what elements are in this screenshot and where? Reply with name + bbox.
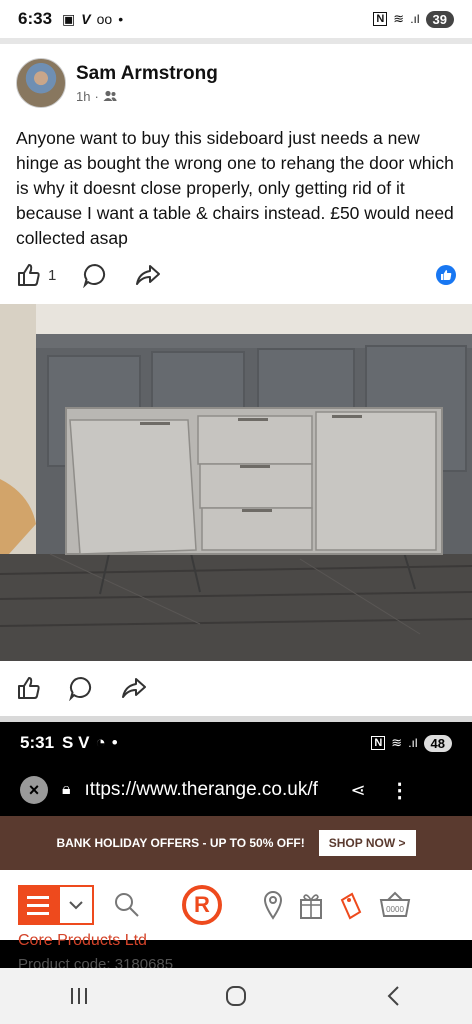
- comment-icon: [69, 676, 92, 701]
- photo-share-button[interactable]: [120, 675, 148, 701]
- whatsapp-icon: ◔: [95, 733, 106, 752]
- screen: 6:33 ▣ V oo • N ≋ .ıl 39 Sam Armstrong 1…: [0, 0, 472, 1024]
- like-reaction-badge: [436, 265, 456, 285]
- share-icon: [136, 265, 161, 285]
- product-code: Product code: 3180685: [18, 956, 174, 968]
- system-nav-bar: [0, 968, 472, 1024]
- company-name: Core Products Ltd: [18, 932, 147, 949]
- hamburger-menu-icon[interactable]: [18, 885, 58, 925]
- post-meta: 1h ·: [76, 89, 218, 104]
- status-left-icons: ▣ V oo •: [62, 11, 123, 28]
- share-icon: [122, 678, 146, 698]
- photo-actions: [0, 668, 472, 708]
- thumbs-up-icon: [441, 270, 452, 280]
- promo-banner: BANK HOLIDAY OFFERS - UP TO 50% OFF! SHO…: [0, 816, 472, 870]
- post-actions: 1: [0, 255, 472, 295]
- author-block: Sam Armstrong 1h ·: [76, 63, 218, 104]
- svg-text:0000: 0000: [386, 905, 404, 914]
- share-icon[interactable]: ⋖: [351, 780, 366, 801]
- dot-icon: •: [111, 733, 118, 752]
- wifi-icon: ≋: [391, 735, 403, 750]
- basket-icon[interactable]: 0000: [378, 890, 412, 920]
- back-button[interactable]: [363, 976, 423, 1016]
- nav-icons: 0000: [262, 890, 412, 920]
- embedded-status-letters: S V: [62, 733, 90, 752]
- nfc-icon: N: [371, 736, 386, 750]
- like-count: 1: [48, 266, 57, 284]
- comment-icon: [83, 263, 106, 288]
- more-options-icon[interactable]: ⋮: [390, 778, 410, 803]
- dot-icon: •: [118, 11, 124, 27]
- lock-icon: 🔒︎: [62, 781, 71, 798]
- post-header: Sam Armstrong 1h ·: [16, 58, 218, 108]
- promo-text: BANK HOLIDAY OFFERS - UP TO 50% OFF!: [56, 836, 305, 850]
- post-text: Anyone want to buy this sideboard just n…: [16, 128, 454, 248]
- home-icon: [225, 986, 246, 1006]
- status-time: 6:33: [18, 9, 53, 28]
- like-icon: [18, 264, 40, 286]
- location-pin-icon[interactable]: [262, 890, 284, 920]
- divider: [0, 38, 472, 44]
- voicemail-icon: oo: [96, 11, 113, 27]
- signal-icon: .ıl: [410, 12, 420, 26]
- photo-like-button[interactable]: [16, 675, 42, 701]
- sideboard-photo: [0, 304, 472, 661]
- battery-indicator: 39: [425, 10, 454, 28]
- url-text[interactable]: ıttps://www.therange.co.uk/f: [85, 779, 335, 801]
- embedded-screenshot[interactable]: 5:31 S V ◔ • N ≋ .ıl 48 × 🔒︎ ıttps://www…: [0, 722, 472, 968]
- back-icon: [387, 986, 400, 1006]
- author-name[interactable]: Sam Armstrong: [76, 63, 218, 85]
- chevron-down-icon[interactable]: [58, 885, 94, 925]
- shop-now-button[interactable]: SHOP NOW >: [318, 830, 416, 856]
- post-time[interactable]: 1h: [76, 89, 90, 104]
- avatar[interactable]: [16, 58, 66, 108]
- embedded-battery: 48: [423, 734, 452, 752]
- site-nav-bar: R 0000: [0, 870, 472, 940]
- the-range-logo[interactable]: R: [182, 885, 222, 925]
- wifi-icon: ≋: [393, 11, 405, 26]
- separator-dot: ·: [94, 88, 99, 104]
- post-photo[interactable]: [0, 304, 472, 661]
- embedded-status-bar: 5:31 S V ◔ • N ≋ .ıl 48: [0, 722, 472, 764]
- gift-icon[interactable]: [298, 890, 324, 920]
- embedded-status-time: 5:31: [20, 733, 55, 752]
- home-button[interactable]: [206, 976, 266, 1016]
- recents-icon: [70, 988, 87, 1004]
- share-button[interactable]: [134, 262, 162, 288]
- tag-icon[interactable]: [338, 890, 364, 920]
- status-bar: 6:33 ▣ V oo • N ≋ .ıl 39: [0, 0, 472, 38]
- screenshot-icon: ▣: [62, 10, 76, 27]
- like-icon: [18, 677, 40, 699]
- close-icon[interactable]: ×: [20, 776, 48, 804]
- v-icon: V: [81, 11, 91, 27]
- embedded-status-right: N ≋ .ıl 48: [371, 734, 452, 752]
- signal-icon: .ıl: [408, 736, 418, 750]
- browser-url-bar: × 🔒︎ ıttps://www.therange.co.uk/f ⋖ ⋮: [0, 764, 472, 816]
- like-button[interactable]: 1: [16, 262, 56, 288]
- comment-button[interactable]: [82, 262, 108, 288]
- status-right-icons: N ≋ .ıl 39: [373, 10, 454, 28]
- recents-button[interactable]: [49, 976, 109, 1016]
- search-icon[interactable]: [112, 890, 142, 920]
- nfc-icon: N: [373, 12, 388, 26]
- friends-icon: [103, 90, 117, 101]
- photo-comment-button[interactable]: [68, 675, 94, 701]
